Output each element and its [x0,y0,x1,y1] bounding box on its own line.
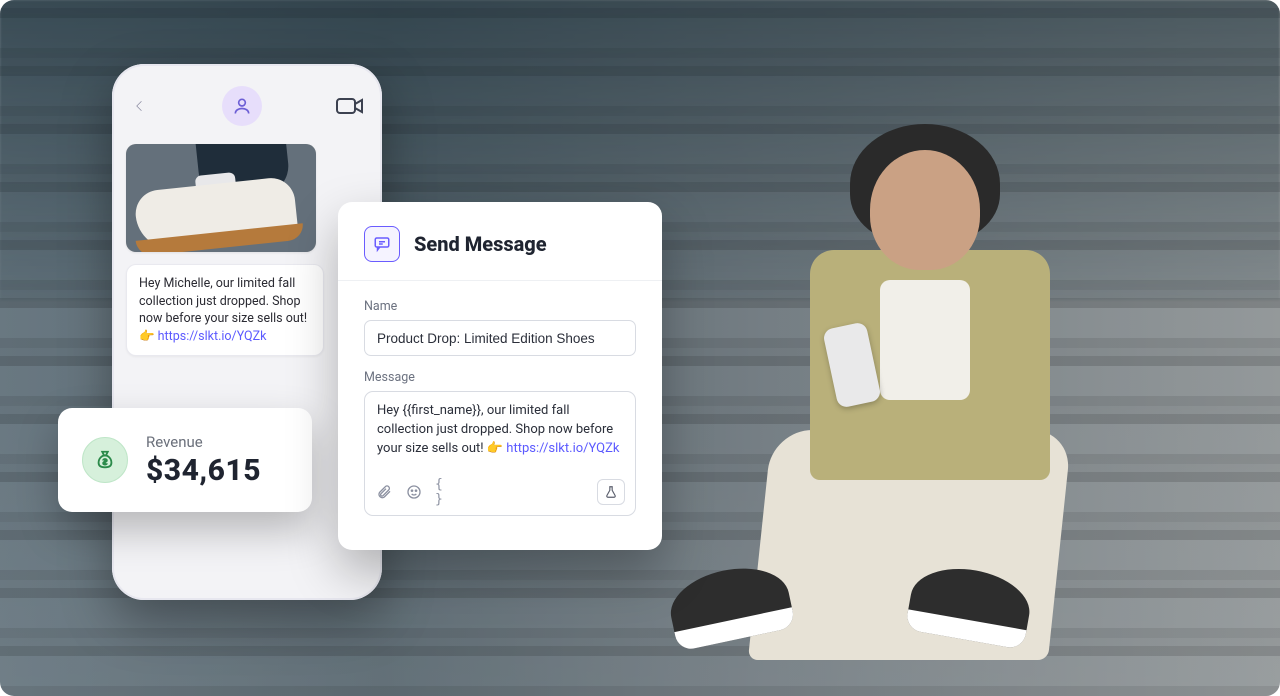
chat-bubble-icon [364,226,400,262]
message-text[interactable]: Hey {{first_name}}, our limited fall col… [365,392,635,471]
money-bag-icon [82,437,128,483]
video-call-icon[interactable] [336,96,364,116]
emoji-icon[interactable] [405,483,423,501]
name-field: Name [364,299,636,356]
back-icon[interactable] [130,97,148,115]
ab-test-icon[interactable] [597,479,625,505]
message-link[interactable]: https://slkt.io/YQZk [506,441,619,456]
attachment-icon[interactable] [375,483,393,501]
chat-link[interactable]: https://slkt.io/YQZk [158,329,267,344]
revenue-value: $34,615 [146,453,261,488]
revenue-label: Revenue [146,433,261,451]
phone-header [112,64,382,136]
merge-tag-icon[interactable]: { } [435,483,453,501]
panel-title: Send Message [414,232,547,256]
chat-image-bubble [126,144,316,252]
person-illustration [690,130,1050,650]
message-box: Hey {{first_name}}, our limited fall col… [364,391,636,516]
name-input[interactable] [364,320,636,356]
panel-header: Send Message [338,202,662,281]
message-toolbar: { } [365,471,635,515]
message-label: Message [364,370,636,385]
chat-text-bubble: Hey Michelle, our limited fall collectio… [126,264,324,356]
profile-avatar-button[interactable] [222,86,262,126]
send-message-panel: Send Message Name Message Hey {{first_na… [338,202,662,550]
name-label: Name [364,299,636,314]
revenue-card: Revenue $34,615 [58,408,312,512]
hero-stage: Hey Michelle, our limited fall collectio… [0,0,1280,696]
message-field: Message Hey {{first_name}}, our limited … [364,370,636,516]
